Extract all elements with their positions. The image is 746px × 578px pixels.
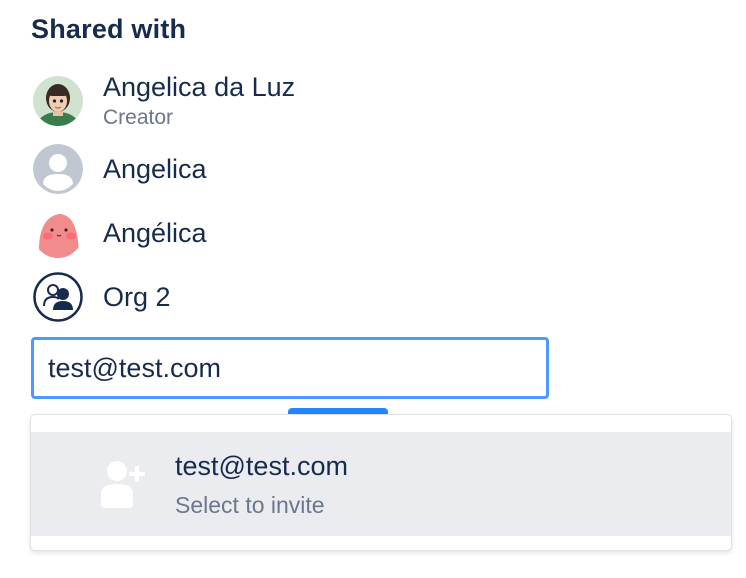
shared-with-heading: Shared with <box>31 14 187 44</box>
share-panel: Shared with Angelica da Luz Creator Ange… <box>0 0 746 578</box>
pink-character-avatar-icon <box>33 208 83 258</box>
shared-person-row: Angelica <box>33 144 633 194</box>
person-name: Angelica da Luz <box>103 72 296 102</box>
suggestion-hint: Select to invite <box>175 491 325 518</box>
default-user-avatar-icon <box>33 144 83 194</box>
person-name: Org 2 <box>103 282 171 312</box>
invite-suggestion-dropdown: test@test.com Select to invite <box>30 414 732 551</box>
shared-person-row: Angelica da Luz Creator <box>33 72 633 129</box>
person-name: Angélica <box>103 218 207 248</box>
invite-email-input[interactable] <box>31 337 549 399</box>
user-avatar <box>33 76 83 126</box>
shared-org-row: Org 2 <box>33 272 633 322</box>
person-name: Angelica <box>103 154 207 184</box>
organization-icon <box>33 272 83 322</box>
person-role: Creator <box>103 106 174 129</box>
add-user-icon <box>91 454 151 514</box>
shared-person-row: Angélica <box>33 208 633 258</box>
suggestion-email: test@test.com <box>175 450 348 481</box>
invite-suggestion-option[interactable]: test@test.com Select to invite <box>31 432 731 536</box>
